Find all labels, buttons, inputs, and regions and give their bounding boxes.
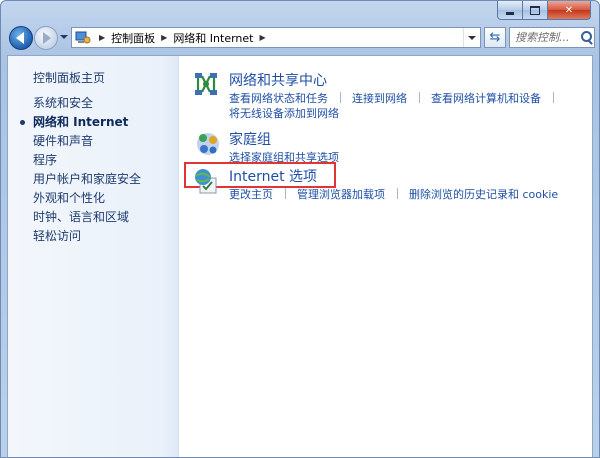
sidebar-item-programs[interactable]: 程序	[33, 151, 141, 170]
link-add-wireless-device[interactable]: 将无线设备添加到网络	[229, 107, 339, 120]
sidebar-item-ease-of-access[interactable]: 轻松访问	[33, 227, 141, 246]
sidebar-item-network-internet[interactable]: 网络和 Internet	[19, 113, 141, 132]
search-box[interactable]	[509, 27, 595, 48]
link-separator	[339, 92, 341, 103]
address-bar[interactable]: ▶ 控制面板 ▶ 网络和 Internet ▶	[71, 27, 481, 48]
network-sharing-center-title[interactable]: 网络和共享中心	[229, 70, 327, 90]
navigation-bar: ▶ 控制面板 ▶ 网络和 Internet ▶ ⇆	[7, 25, 595, 53]
main-panel: 网络和共享中心 查看网络状态和任务 连接到网络 查看网络计算机和设备 将无线设备…	[178, 56, 592, 457]
breadcrumb-separator-icon[interactable]: ▶	[260, 33, 266, 42]
link-separator	[396, 188, 398, 199]
forward-button[interactable]	[34, 26, 58, 50]
control-panel-window: ✕ ▶ 控制面板 ▶ 网络和 Internet ▶ ⇆ 搜索控制... 控制面板…	[0, 0, 600, 458]
link-manage-browser-addons[interactable]: 管理浏览器加载项	[297, 188, 385, 201]
breadcrumb-network-internet[interactable]: 网络和 Internet	[172, 30, 254, 46]
minimize-button[interactable]	[497, 1, 523, 20]
close-button[interactable]: ✕	[548, 1, 591, 20]
minimize-icon	[506, 11, 514, 15]
internet-options-icon[interactable]	[192, 166, 222, 196]
search-icon[interactable]	[579, 30, 594, 46]
window-caption-buttons: ✕	[497, 1, 591, 20]
refresh-button[interactable]: ⇆	[484, 27, 506, 48]
sidebar-item-system-security[interactable]: 系统和安全	[33, 94, 141, 113]
control-panel-icon	[72, 28, 94, 47]
internet-options-links: 更改主页 管理浏览器加载项 删除浏览的历史记录和 cookie	[229, 187, 558, 202]
breadcrumb-separator-icon[interactable]: ▶	[161, 33, 167, 42]
breadcrumb-control-panel[interactable]: 控制面板	[110, 30, 156, 46]
link-separator	[552, 92, 554, 103]
link-view-network-status[interactable]: 查看网络状态和任务	[229, 92, 328, 105]
forward-arrow-icon	[43, 32, 51, 44]
content-area: 控制面板主页 系统和安全 网络和 Internet 硬件和声音 程序 用户帐户和…	[7, 55, 593, 457]
sidebar-item-user-accounts[interactable]: 用户帐户和家庭安全	[33, 170, 141, 189]
homegroup-icon[interactable]	[192, 129, 222, 159]
internet-options-title[interactable]: Internet 选项	[229, 166, 317, 186]
sidebar-item-clock-language-region[interactable]: 时钟、语言和区域	[33, 208, 141, 227]
back-button[interactable]	[9, 26, 33, 50]
sidebar: 控制面板主页 系统和安全 网络和 Internet 硬件和声音 程序 用户帐户和…	[8, 56, 179, 457]
sidebar-item-hardware-sound[interactable]: 硬件和声音	[33, 132, 141, 151]
link-view-network-computers[interactable]: 查看网络计算机和设备	[431, 92, 541, 105]
network-sharing-center-icon[interactable]	[192, 70, 222, 100]
maximize-icon	[530, 5, 540, 15]
sidebar-home-link[interactable]: 控制面板主页	[33, 69, 105, 86]
chevron-down-icon	[468, 35, 476, 40]
sidebar-category-list: 系统和安全 网络和 Internet 硬件和声音 程序 用户帐户和家庭安全 外观…	[19, 94, 141, 246]
close-icon: ✕	[564, 4, 574, 16]
address-history-dropdown[interactable]	[463, 28, 480, 47]
link-connect-to-network[interactable]: 连接到网络	[352, 92, 407, 105]
homegroup-title[interactable]: 家庭组	[229, 129, 271, 149]
search-input[interactable]	[510, 29, 579, 46]
back-arrow-icon	[16, 32, 24, 44]
sidebar-item-appearance[interactable]: 外观和个性化	[33, 189, 141, 208]
breadcrumb-separator-icon: ▶	[99, 33, 106, 42]
refresh-icon: ⇆	[489, 30, 501, 45]
recent-pages-dropdown[interactable]	[60, 35, 68, 39]
link-delete-browsing-history[interactable]: 删除浏览的历史记录和 cookie	[409, 188, 558, 201]
maximize-button[interactable]	[523, 1, 548, 20]
link-change-home-page[interactable]: 更改主页	[229, 188, 273, 201]
network-sharing-center-links: 查看网络状态和任务 连接到网络 查看网络计算机和设备 将无线设备添加到网络	[229, 91, 562, 121]
link-separator	[284, 188, 286, 199]
link-separator	[418, 92, 420, 103]
